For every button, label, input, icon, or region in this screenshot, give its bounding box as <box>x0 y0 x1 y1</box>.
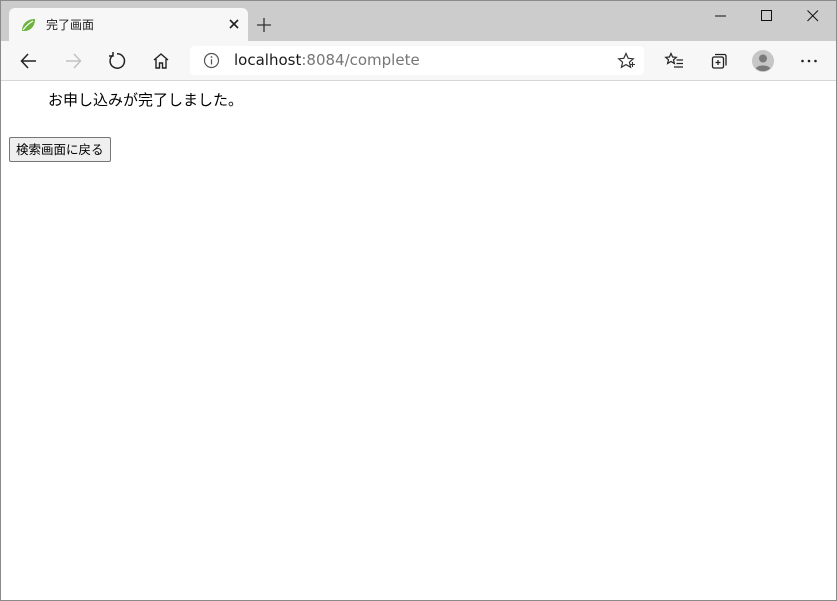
arrow-left-icon <box>20 53 36 69</box>
tab-title: 完了画面 <box>46 18 95 32</box>
forward-button[interactable] <box>59 47 87 75</box>
new-tab-icon[interactable] <box>255 16 273 34</box>
minimize-button[interactable] <box>698 1 744 31</box>
browser-toolbar: localhost:8084/complete <box>1 41 836 81</box>
refresh-button[interactable] <box>103 47 131 75</box>
back-button[interactable] <box>15 47 43 75</box>
spring-leaf-icon <box>20 17 36 33</box>
home-icon <box>153 53 169 69</box>
collections-icon <box>711 53 727 69</box>
profile-button[interactable] <box>749 47 777 75</box>
window-close-icon <box>807 10 819 22</box>
favorites-button[interactable] <box>660 47 688 75</box>
home-button[interactable] <box>147 47 175 75</box>
title-bar: 完了画面 <box>1 1 836 41</box>
browser-window: 完了画面 localhost:8084/complete お申し込みが完了しまし… <box>0 0 837 601</box>
arrow-right-icon <box>66 53 82 69</box>
url-text[interactable]: localhost:8084/complete <box>234 52 420 69</box>
maximize-button[interactable] <box>744 1 790 31</box>
back-to-search-button[interactable]: 検索画面に戻る <box>9 137 111 162</box>
window-close-button[interactable] <box>790 1 836 31</box>
maximize-icon <box>761 10 772 21</box>
info-icon[interactable] <box>203 52 220 69</box>
url-path: :8084/complete <box>301 51 420 69</box>
more-options-button[interactable] <box>795 47 823 75</box>
browser-tab[interactable]: 完了画面 <box>9 8 248 41</box>
page-content: お申し込みが完了しました。 検索画面に戻る <box>1 81 836 600</box>
address-bar[interactable]: localhost:8084/complete <box>190 46 644 75</box>
url-host: localhost <box>234 51 302 69</box>
avatar-icon <box>752 50 774 72</box>
tab-close-icon[interactable] <box>226 16 242 32</box>
completion-message: お申し込みが完了しました。 <box>48 91 244 109</box>
minimize-icon <box>715 15 726 17</box>
add-favorite-star-icon[interactable] <box>616 51 636 71</box>
favorites-list-icon <box>664 52 683 68</box>
refresh-icon <box>109 52 126 69</box>
more-dots-icon <box>801 59 817 63</box>
collections-button[interactable] <box>704 47 732 75</box>
